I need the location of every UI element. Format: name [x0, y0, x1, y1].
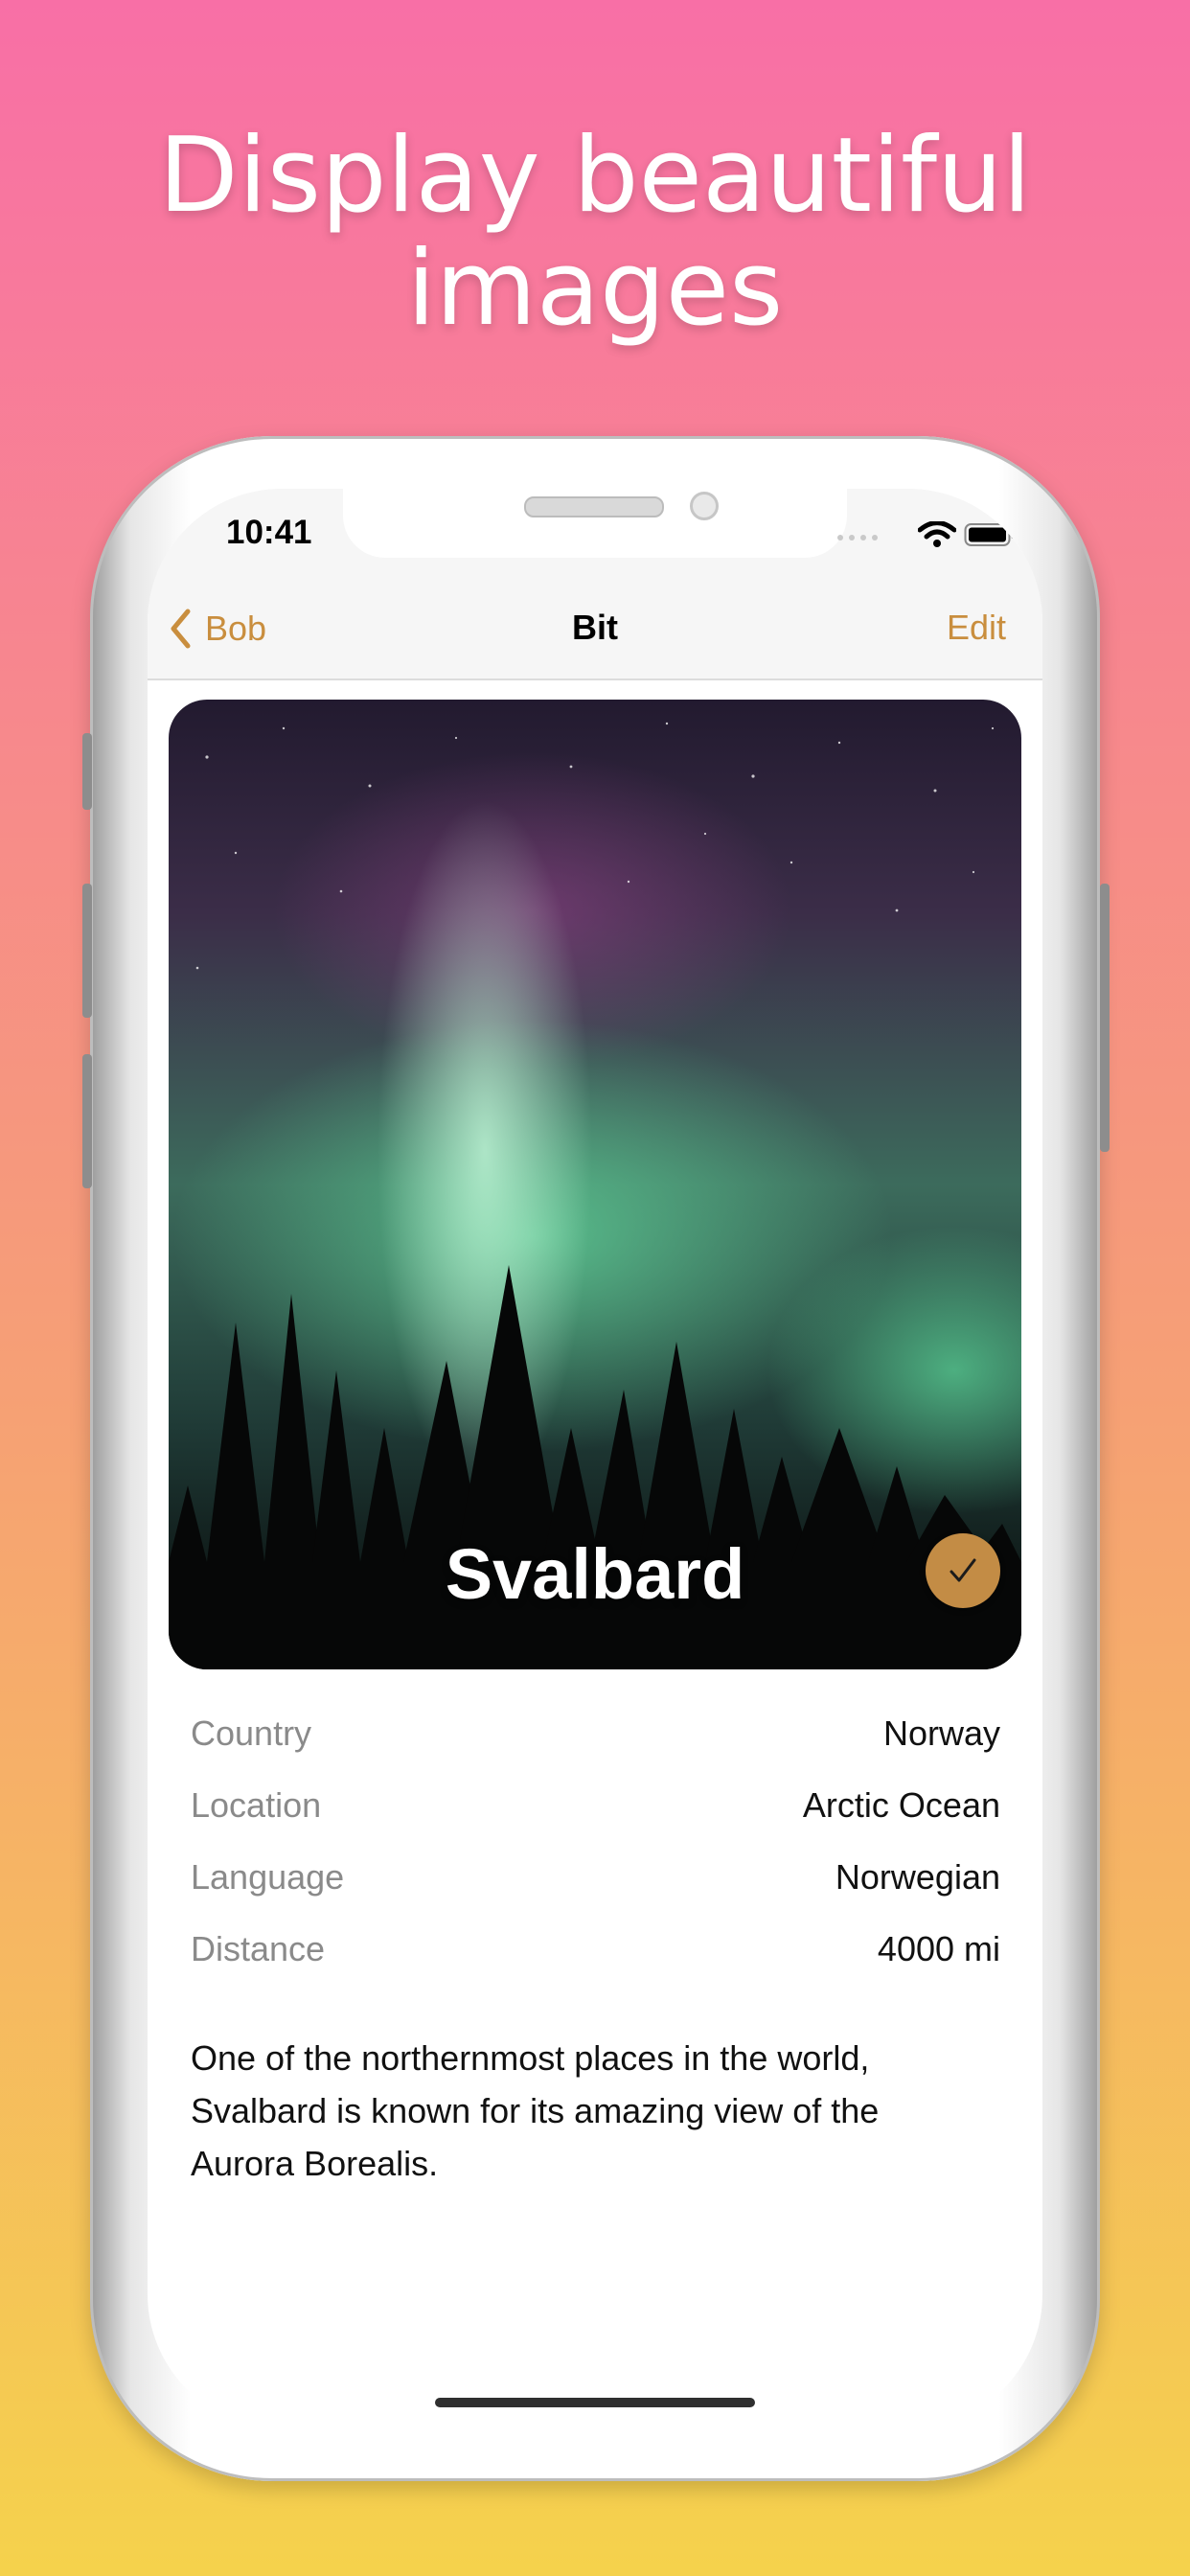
description-line-1: One of the northernmost places in the wo… [191, 2038, 870, 2078]
detail-label: Location [191, 1785, 322, 1825]
details-list: Country Norway Location Arctic Ocean Lan… [191, 1706, 1000, 1993]
detail-row-distance: Distance 4000 mi [191, 1921, 1000, 1993]
speaker-grille [524, 496, 664, 518]
detail-row-language: Language Norwegian [191, 1850, 1000, 1921]
status-bar: 10:41 [148, 489, 1042, 581]
home-indicator[interactable] [435, 2398, 755, 2407]
headline-line-2: images [406, 229, 784, 349]
mute-switch [82, 733, 92, 810]
place-description: One of the northernmost places in the wo… [191, 2032, 976, 2190]
checkmark-icon [950, 1558, 976, 1582]
front-camera [690, 492, 719, 520]
visited-toggle-button[interactable] [926, 1533, 1000, 1608]
detail-value: 4000 mi [877, 1929, 1000, 1968]
description-line-2: Svalbard is known for its amazing view o… [191, 2091, 880, 2130]
volume-up-button [82, 884, 92, 1018]
power-button [1100, 884, 1110, 1152]
detail-value: Norwegian [835, 1857, 1000, 1897]
navigation-bar: Bob Bit Edit [148, 581, 1042, 680]
detail-label: Distance [191, 1929, 326, 1968]
card-title: Svalbard [445, 1534, 745, 1614]
headline: Display beautiful images [0, 120, 1190, 346]
detail-row-country: Country Norway [191, 1706, 1000, 1778]
description-line-3: Aurora Borealis. [191, 2144, 439, 2183]
detail-label: Language [191, 1857, 345, 1897]
edit-button[interactable]: Edit [947, 608, 1006, 648]
phone-screen: 10:41 Bob Bit Edit Svalbard Country Norw… [148, 489, 1042, 2428]
notch [343, 489, 847, 558]
detail-row-location: Location Arctic Ocean [191, 1778, 1000, 1850]
place-image-card: Svalbard [169, 700, 1021, 1669]
tree-silhouettes [169, 1265, 1021, 1669]
detail-value: Arctic Ocean [802, 1785, 1000, 1825]
nav-title: Bit [572, 608, 618, 647]
volume-down-button [82, 1054, 92, 1188]
battery-icon [964, 523, 1015, 546]
wifi-icon [918, 521, 956, 547]
signal-dots-icon [837, 535, 878, 540]
detail-value: Norway [882, 1714, 1000, 1753]
detail-label: Country [191, 1714, 312, 1753]
status-time: 10:41 [226, 514, 312, 551]
headline-line-1: Display beautiful [158, 116, 1032, 236]
